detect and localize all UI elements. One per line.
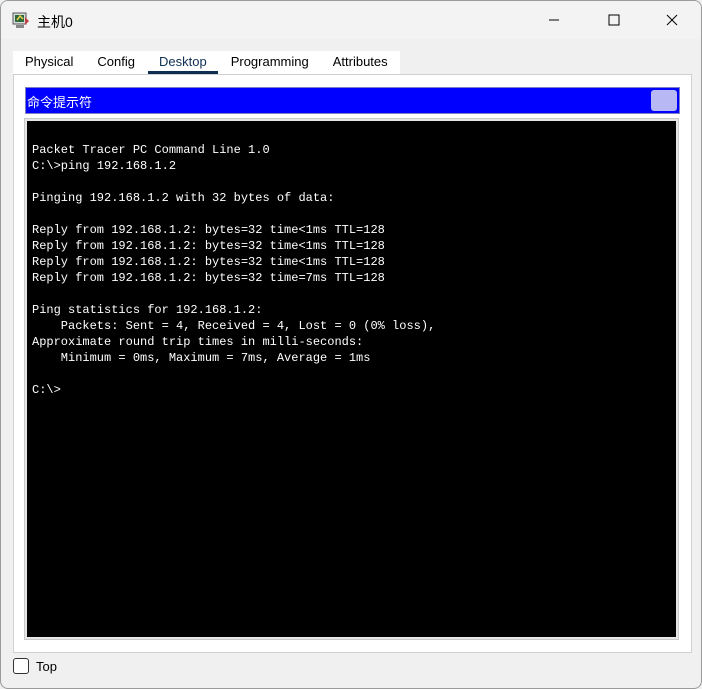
tab-programming[interactable]: Programming xyxy=(219,51,321,74)
tab-config[interactable]: Config xyxy=(85,51,147,74)
tab-physical[interactable]: Physical xyxy=(13,51,85,74)
top-checkbox[interactable] xyxy=(13,658,29,674)
tab-desktop[interactable]: Desktop xyxy=(147,51,219,74)
command-prompt-close-button[interactable] xyxy=(651,90,677,111)
desktop-panel: 命令提示符 Packet Tracer PC Command Line 1.0 … xyxy=(13,74,692,653)
tab-attributes[interactable]: Attributes xyxy=(321,51,400,74)
close-button[interactable] xyxy=(649,1,695,39)
window-title: 主机0 xyxy=(37,14,73,30)
app-window: 主机0 Physical Config Desktop Programming … xyxy=(0,0,702,689)
maximize-icon xyxy=(608,14,620,26)
minimize-icon xyxy=(549,19,559,21)
title-bar[interactable]: 主机0 xyxy=(1,1,701,39)
packet-tracer-pc-icon xyxy=(12,12,29,28)
close-icon xyxy=(666,14,678,26)
terminal-window[interactable]: Packet Tracer PC Command Line 1.0 C:\>pi… xyxy=(24,118,679,640)
top-label: Top xyxy=(36,658,57,674)
command-prompt-title: 命令提示符 xyxy=(27,96,93,111)
footer: Top xyxy=(13,658,57,674)
tab-bar: Physical Config Desktop Programming Attr… xyxy=(13,51,400,74)
minimize-button[interactable] xyxy=(531,1,577,39)
terminal-output: Packet Tracer PC Command Line 1.0 C:\>pi… xyxy=(32,143,436,397)
maximize-button[interactable] xyxy=(591,1,637,39)
command-prompt-header: 命令提示符 xyxy=(25,87,680,114)
